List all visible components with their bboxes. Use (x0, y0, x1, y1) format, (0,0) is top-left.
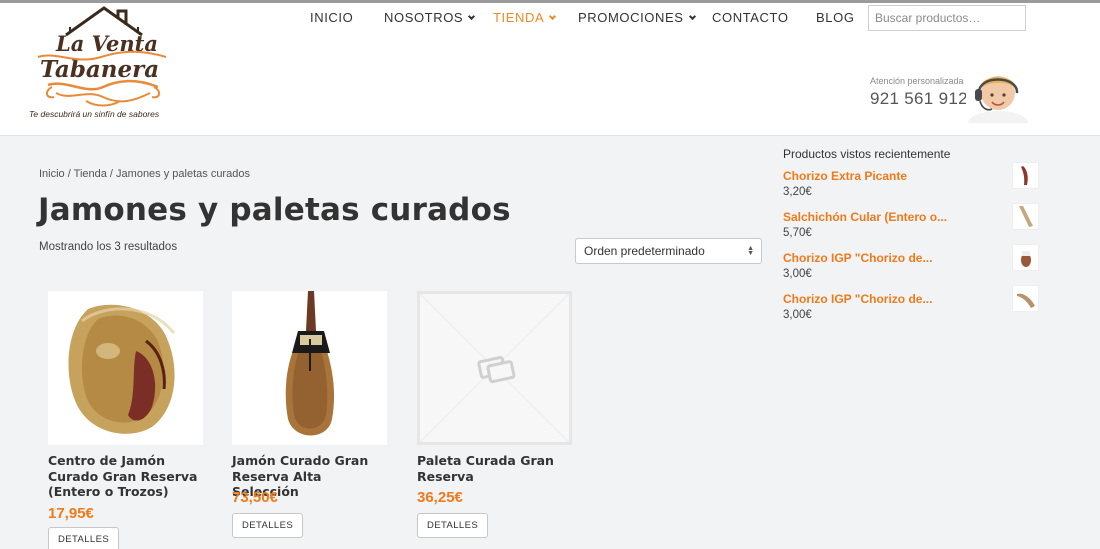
chevron-down-icon (468, 12, 476, 21)
nav-promociones[interactable]: PROMOCIONES (578, 10, 696, 25)
nav-tienda-label: TIENDA (493, 10, 545, 25)
support-agent-photo (966, 65, 1030, 123)
recent-product-item: Chorizo IGP "Chorizo de... 3,00€ (783, 244, 1041, 287)
product-name[interactable]: Paleta Curada Gran Reserva (417, 453, 575, 484)
product-name[interactable]: Centro de Jamón Curado Gran Reserva (Ent… (48, 453, 206, 500)
recent-product-name[interactable]: Chorizo IGP "Chorizo de... (783, 251, 932, 265)
recent-product-item: Chorizo Extra Picante 3,20€ (783, 162, 1041, 205)
nav-inicio[interactable]: INICIO (310, 10, 353, 25)
recent-product-thumb[interactable] (1012, 162, 1039, 189)
site-logo[interactable]: La Venta Tabanera Te descubrirá un sinfí… (26, 5, 180, 123)
product-image[interactable] (417, 291, 572, 445)
recent-product-thumb[interactable] (1012, 203, 1039, 230)
product-price: 17,95€ (48, 505, 94, 522)
orderby-select[interactable]: Orden predeterminado ▲ ▼ (575, 238, 762, 264)
chevron-down-icon (688, 12, 696, 21)
chevron-down-icon (549, 12, 557, 21)
recent-product-price: 5,70€ (783, 227, 812, 239)
product-price: 73,50€ (232, 489, 278, 506)
nav-tienda[interactable]: TIENDA (493, 10, 557, 25)
recent-product-price: 3,00€ (783, 309, 812, 321)
nav-promociones-label: PROMOCIONES (578, 10, 684, 25)
search-input[interactable] (868, 5, 1026, 31)
select-arrows-icon: ▲ ▼ (747, 245, 754, 257)
nav-nosotros[interactable]: NOSOTROS (384, 10, 476, 25)
support-label: Atención personalizada (870, 76, 964, 86)
support-contact: Atención personalizada 921 561 912 (866, 65, 1031, 123)
recent-product-item: Chorizo IGP "Chorizo de... 3,00€ (783, 285, 1041, 328)
logo-word-tabanera: Tabanera (40, 56, 159, 83)
breadcrumb[interactable]: Inicio / Tienda / Jamones y paletas cura… (39, 168, 250, 180)
recent-product-thumb[interactable] (1012, 285, 1039, 312)
recent-products-title: Productos vistos recientemente (783, 147, 951, 161)
recent-product-item: Salchichón Cular (Entero o... 5,70€ (783, 203, 1041, 246)
product-image[interactable] (48, 291, 203, 445)
nav-contacto[interactable]: CONTACTO (712, 10, 789, 25)
orderby-value: Orden predeterminado (584, 244, 705, 258)
details-button[interactable]: DETALLES (232, 513, 304, 538)
site-header: La Venta Tabanera Te descubrirá un sinfí… (0, 3, 1100, 136)
recent-product-name[interactable]: Chorizo IGP "Chorizo de... (783, 292, 932, 306)
recent-product-name[interactable]: Chorizo Extra Picante (783, 169, 907, 183)
details-button[interactable]: DETALLES (48, 527, 120, 549)
nav-nosotros-label: NOSOTROS (384, 10, 464, 25)
product-photo (48, 291, 203, 445)
product-photo (232, 291, 387, 445)
product-thumbnail (1017, 293, 1035, 308)
recent-product-price: 3,20€ (783, 186, 812, 198)
recent-product-name[interactable]: Salchichón Cular (Entero o... (783, 210, 947, 224)
product-price: 36,25€ (417, 489, 463, 506)
product-thumbnail (1021, 251, 1031, 267)
support-phone: 921 561 912 (870, 89, 968, 108)
recent-product-thumb[interactable] (1012, 244, 1039, 271)
image-placeholder-icon (420, 294, 569, 442)
result-count: Mostrando los 3 resultados (39, 241, 178, 253)
logo-tagline: Te descubrirá un sinfín de sabores (29, 109, 160, 119)
product-image[interactable] (232, 291, 387, 445)
product-thumbnail (1021, 166, 1028, 185)
product-thumbnail (1019, 206, 1033, 227)
details-button[interactable]: DETALLES (417, 513, 489, 538)
logo-graphic: La Venta Tabanera (37, 6, 167, 107)
recent-product-price: 3,00€ (783, 268, 812, 280)
nav-blog[interactable]: BLOG (816, 10, 855, 25)
page-title: Jamones y paletas curados (38, 192, 511, 228)
